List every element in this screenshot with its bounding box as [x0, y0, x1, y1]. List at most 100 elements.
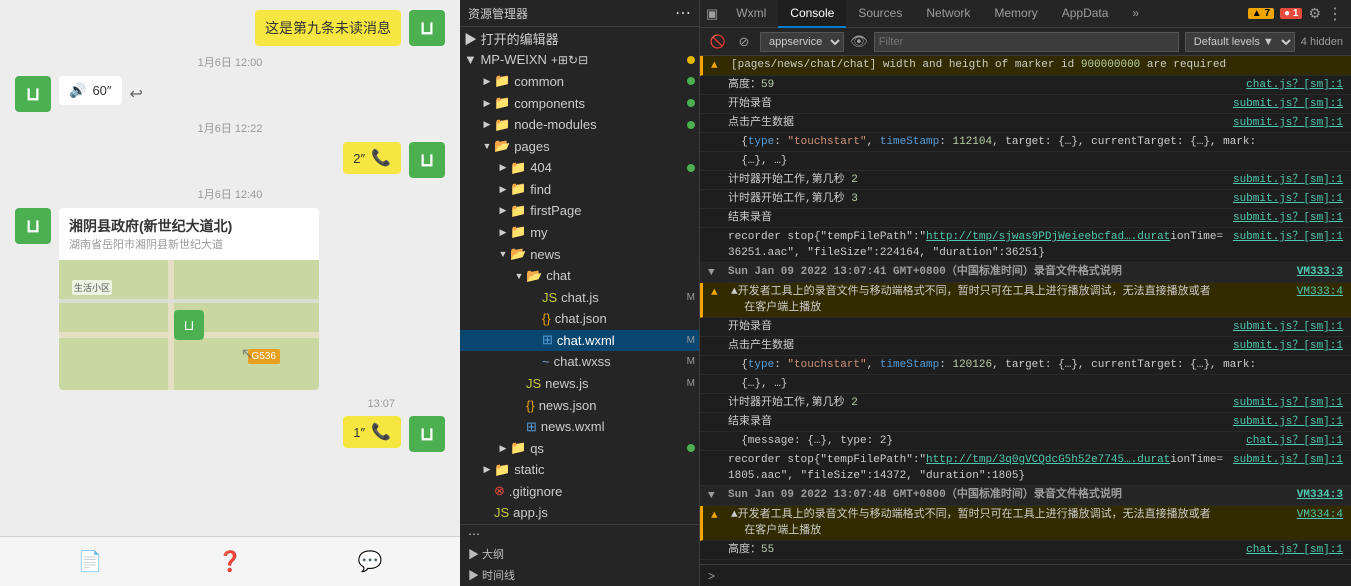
tree-item-news-js[interactable]: JS news.js M [460, 373, 699, 395]
voice-bubble-left[interactable]: 🔊 60″ [59, 76, 122, 105]
tree-item-404[interactable]: ▶ 📁 404 [460, 157, 699, 179]
explorer-header: 资源管理器 ⋯ [460, 0, 699, 27]
more-footer-btn[interactable]: ⋯ [468, 527, 480, 541]
mp-weixn-refresh-icon[interactable]: ↻ [568, 53, 578, 67]
outline-section[interactable]: ▶ 大纲 [460, 543, 699, 565]
console-entry-endrecord-1: 结束录音 submit.js？[sm]:1 [700, 209, 1351, 228]
mp-weixn-section[interactable]: ▼ MP-WEIXN + ⊞ ↻ ⊟ [460, 49, 699, 71]
open-editors-section[interactable]: ▶ 打开的编辑器 [460, 27, 699, 49]
tree-item-qs[interactable]: ▶ 📁 qs [460, 437, 699, 459]
tab-sources[interactable]: Sources [846, 0, 914, 28]
tab-network[interactable]: Network [914, 0, 982, 28]
tree-item-node-modules[interactable]: ▶ 📁 node-modules [460, 114, 699, 136]
folder-label-common: common [514, 74, 564, 89]
tree-item-news[interactable]: ▼ 📂 news [460, 243, 699, 265]
voice-bubble-right[interactable]: 2″ 📞 [343, 142, 401, 174]
file-icon[interactable]: 📄 [78, 549, 103, 574]
message-row-1: ⊔ 这是第九条未读消息 [15, 10, 445, 46]
console-entry-click-2: 点击产生数据 submit.js？[sm]:1 [700, 337, 1351, 356]
appservice-select[interactable]: appservice [760, 32, 844, 52]
map-title: 湘阴县政府(新世纪大道北) [69, 216, 309, 236]
mp-weixn-status-dot [687, 56, 695, 64]
console-entry-warning-1: ▲ [pages/news/chat/chat] width and heigt… [700, 56, 1351, 76]
tree-item-chat-js[interactable]: JS chat.js M [460, 286, 699, 308]
chat-wxss-badge: M [687, 356, 695, 367]
tree-item-news-json[interactable]: {} news.json [460, 394, 699, 416]
mp-weixn-collapse-icon[interactable]: ⊟ [578, 53, 588, 67]
tab-appdata[interactable]: AppData [1050, 0, 1121, 28]
tree-item-news-wxml[interactable]: ⊞ news.wxml [460, 416, 699, 438]
file-label-chat-js: chat.js [561, 290, 599, 305]
mp-weixn-new-icon[interactable]: ⊞ [558, 53, 568, 67]
voice-duration-3: 1″ [353, 425, 365, 440]
js-icon-news: JS [526, 376, 541, 391]
map-subtitle: 湖南省岳阳市湘阴县新世纪大道 [69, 236, 309, 252]
map-image: G536 ⊔ 生活小区 ↖ [59, 260, 319, 390]
filter-btn[interactable]: ⊘ [734, 32, 754, 52]
devtools-panel: ▣ Wxml Console Sources Network Memory Ap… [700, 0, 1351, 586]
map-pin: ⊔ [174, 310, 204, 340]
json-icon-chat: {} [542, 311, 551, 326]
folder-label-static: static [514, 462, 544, 477]
console-entry-message-type: {message: {…}, type: 2} chat.js？[sm]:1 [700, 432, 1351, 451]
folder-icon-node: 📁 [494, 117, 510, 133]
chat-messages[interactable]: ⊔ 这是第九条未读消息 1月6日 12:00 ⊔ 🔊 60″ ↩ 1月6日 12… [0, 0, 460, 536]
tab-wxml[interactable]: Wxml [724, 0, 778, 28]
tree-item-find[interactable]: ▶ 📁 find [460, 179, 699, 201]
tree-item-common[interactable]: ▶ 📁 common [460, 71, 699, 93]
node-badge [687, 121, 695, 129]
tab-console[interactable]: Console [778, 0, 846, 28]
mp-weixn-label: ▼ MP-WEIXN [464, 52, 547, 67]
filter-input[interactable] [874, 32, 1179, 52]
tree-item-my[interactable]: ▶ 📁 my [460, 222, 699, 244]
chat-icon[interactable]: 💬 [358, 549, 383, 574]
entry-source[interactable]: chat.js？[sm]:1 [1238, 77, 1343, 93]
console-section-2: ▼ Sun Jan 09 2022 13:07:48 GMT+0800（中国标准… [700, 486, 1351, 506]
explorer-more-btn[interactable]: ⋯ [675, 3, 691, 23]
tree-item-chat-wxss[interactable]: ~ chat.wxss M [460, 351, 699, 373]
eye-icon[interactable]: 👁 [850, 33, 868, 50]
explorer-title: 资源管理器 [468, 5, 528, 22]
mp-weixn-add-icon[interactable]: + [551, 53, 558, 67]
console-entry-recorder-2: recorder stop{"tempFilePath":"http://tmp… [700, 451, 1351, 486]
tree-item-static[interactable]: ▶ 📁 static [460, 459, 699, 481]
settings-icon[interactable]: ⚙ [1308, 5, 1321, 22]
folder-icon-news: 📂 [510, 246, 526, 262]
error-badge: ● 1 [1280, 8, 1302, 19]
tab-more[interactable]: » [1120, 0, 1151, 28]
console-entry-touch-1: {type: "touchstart", timeStamp: 112104, … [700, 133, 1351, 152]
voice-bubble-right-2[interactable]: 1″ 📞 [343, 416, 401, 448]
tree-item-chat-folder[interactable]: ▼ 📂 chat [460, 265, 699, 287]
tree-item-gitignore[interactable]: ⊗ .gitignore [460, 481, 699, 503]
tree-item-firstPage[interactable]: ▶ 📁 firstPage [460, 200, 699, 222]
tree-item-components[interactable]: ▶ 📁 components [460, 92, 699, 114]
console-entry-endrecord-2: 结束录音 submit.js？[sm]:1 [700, 413, 1351, 432]
folder-icon-common: 📁 [494, 73, 510, 89]
tree-item-chat-wxml[interactable]: ⊞ chat.wxml M [460, 330, 699, 352]
explorer-footer: ⋯ [460, 524, 699, 543]
news-js-badge: M [687, 378, 695, 389]
devtools-device-icon[interactable]: ▣ [706, 6, 718, 22]
folder-icon-firstPage: 📁 [510, 203, 526, 219]
tree-item-app-js[interactable]: JS app.js [460, 502, 699, 524]
console-entry-recorder-1: recorder stop{"tempFilePath":"http://tmp… [700, 228, 1351, 263]
more-icon[interactable]: ⋮ [1327, 4, 1343, 24]
map-bubble[interactable]: 湘阴县政府(新世纪大道北) 湖南省岳阳市湘阴县新世纪大道 G536 ⊔ 生活小区 [59, 208, 319, 390]
question-icon[interactable]: ❓ [218, 549, 243, 574]
tree-item-pages[interactable]: ▼ 📂 pages [460, 135, 699, 157]
wxml-icon-news: ⊞ [526, 419, 537, 435]
message-row-voice2: ⊔ 1″ 📞 [15, 416, 445, 452]
tree-item-chat-json[interactable]: {} chat.json [460, 308, 699, 330]
folder-label-news: news [530, 247, 560, 262]
tab-memory[interactable]: Memory [982, 0, 1049, 28]
console-output[interactable]: ▲ [pages/news/chat/chat] width and heigt… [700, 56, 1351, 564]
wxml-icon-chat: ⊞ [542, 332, 553, 348]
json-icon-news: {} [526, 398, 535, 413]
chat-js-badge: M [687, 292, 695, 303]
clear-btn[interactable]: 🚫 [708, 32, 728, 52]
timeline-section[interactable]: ▶ 时间线 [460, 564, 699, 586]
console-toolbar: 🚫 ⊘ appservice 👁 Default levels ▼ 4 hidd… [700, 28, 1351, 56]
levels-select[interactable]: Default levels ▼ [1185, 32, 1295, 52]
console-input[interactable] [721, 569, 1343, 582]
console-entry-touch-2b: {…}, …} [700, 375, 1351, 394]
